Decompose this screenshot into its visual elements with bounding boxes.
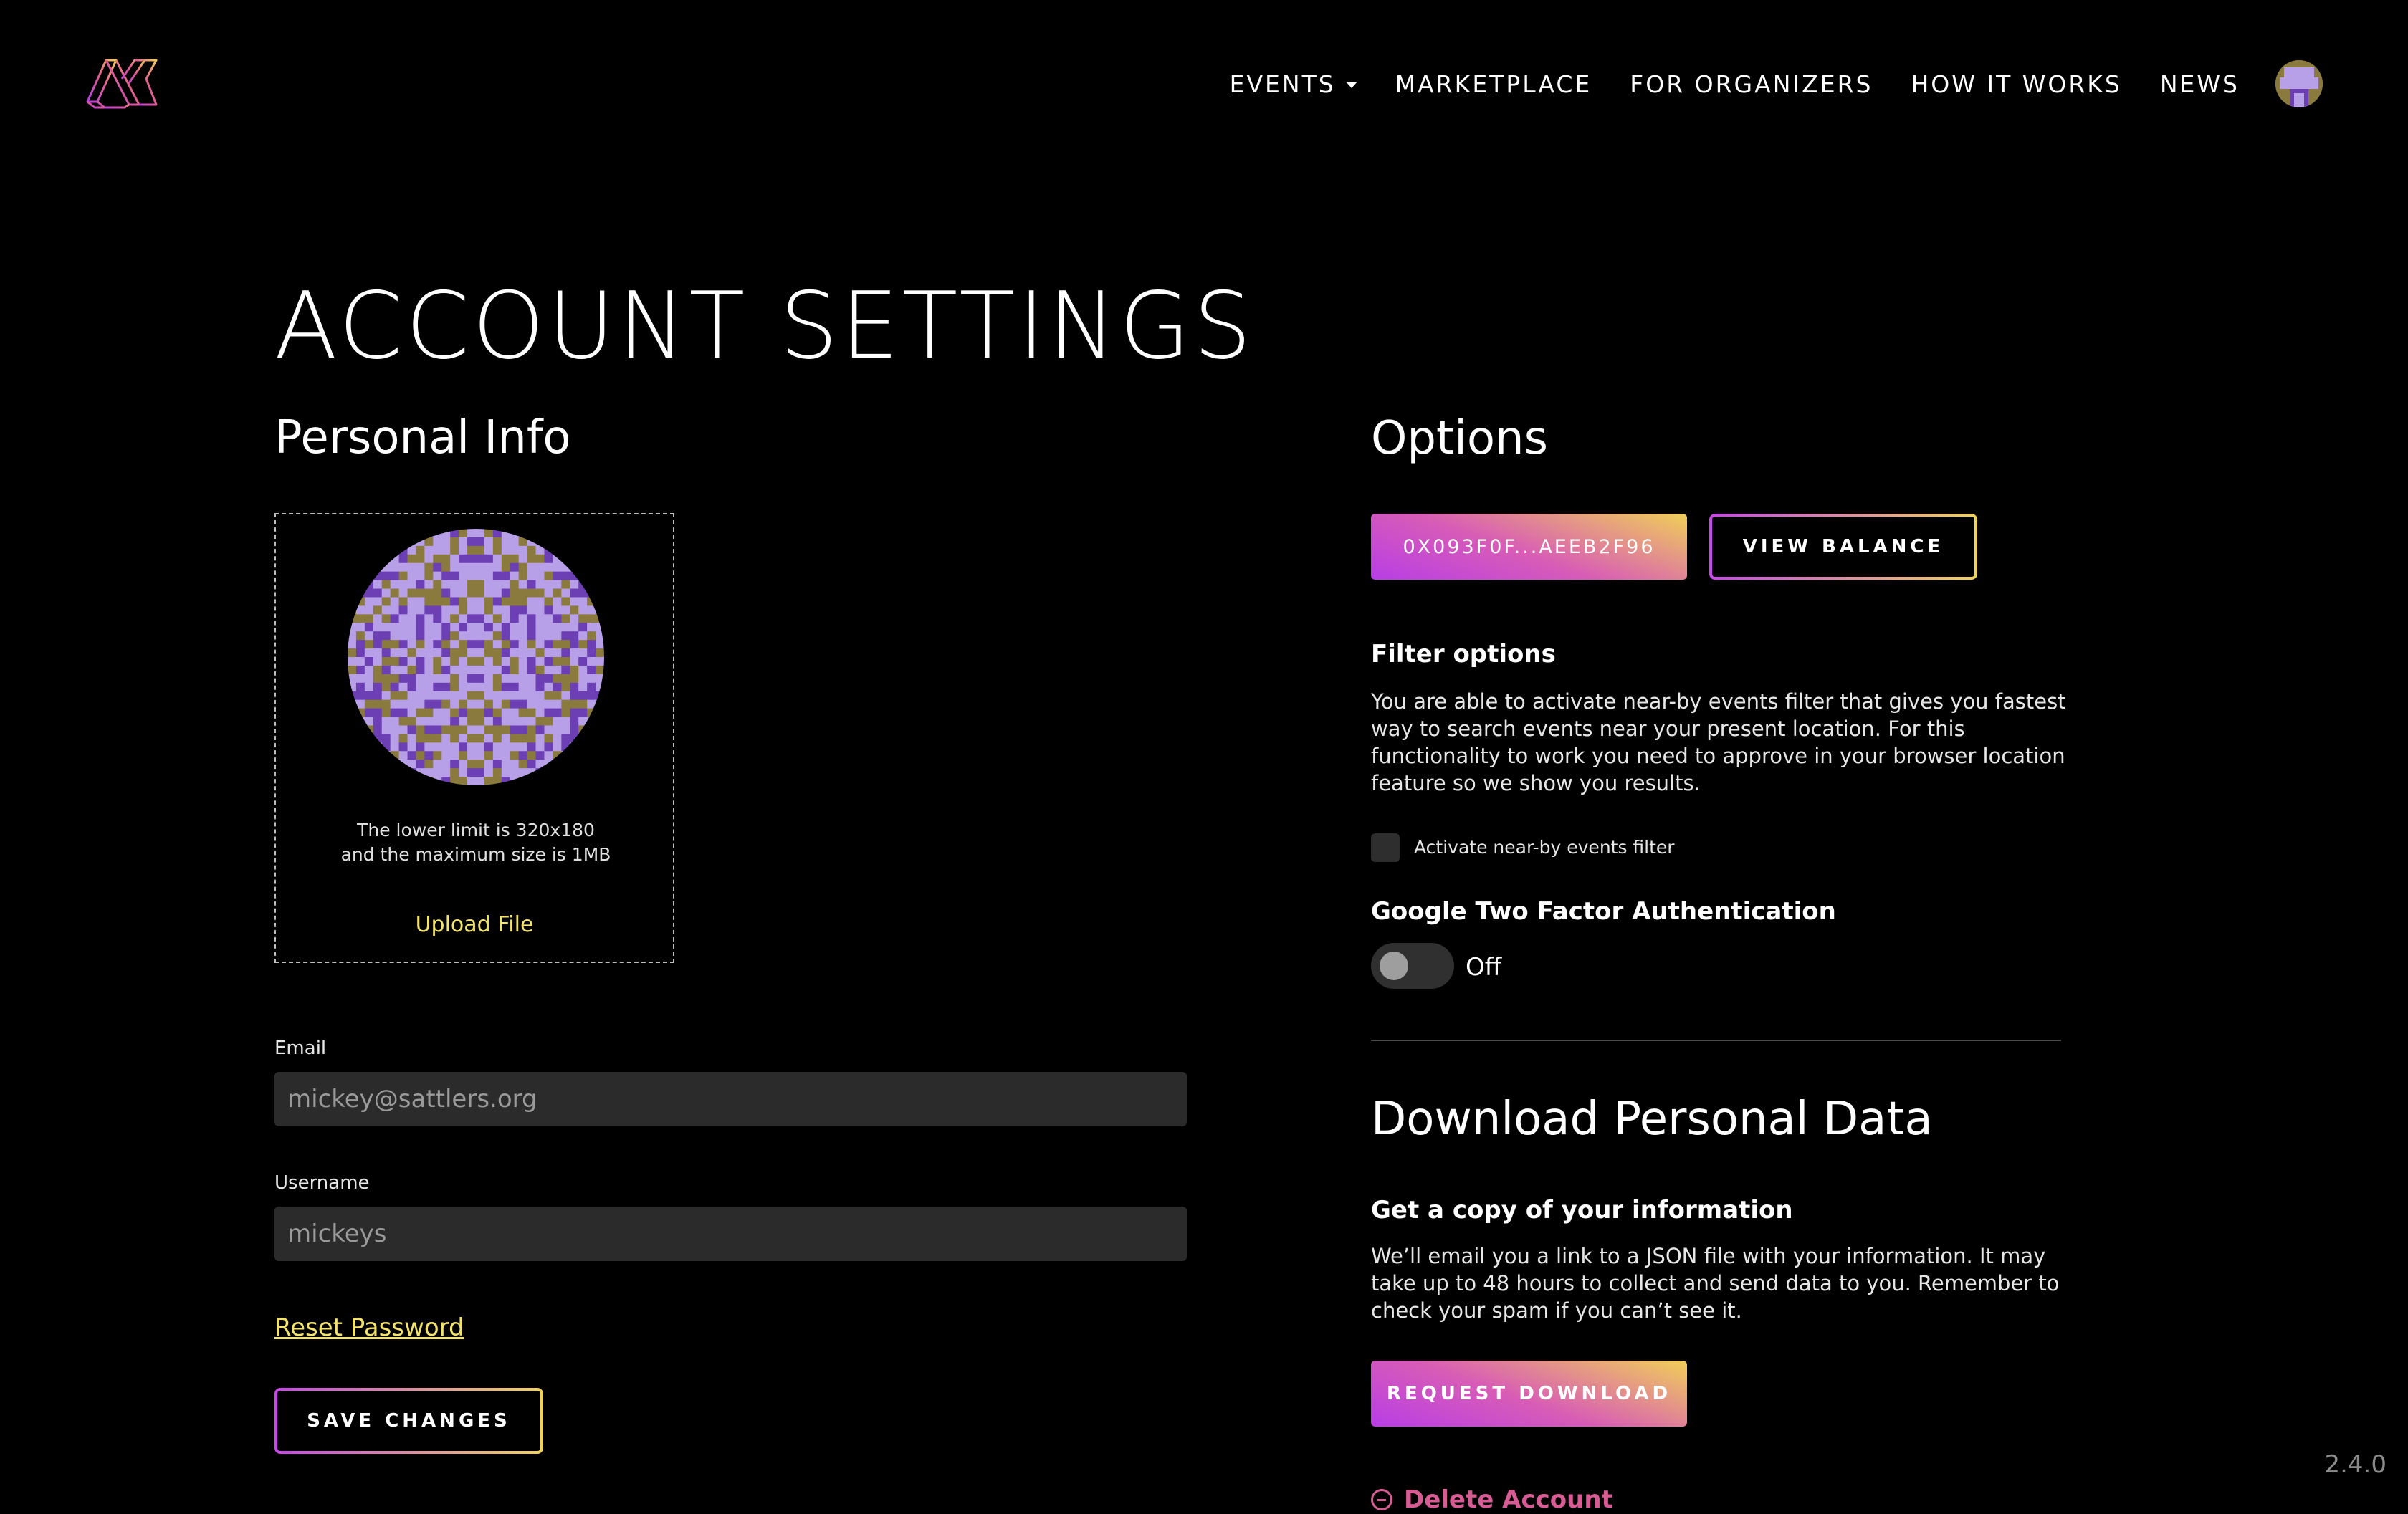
two-factor-heading: Google Two Factor Authentication <box>1371 897 1836 926</box>
toggle-knob <box>1380 952 1408 980</box>
upload-file-link[interactable]: Upload File <box>276 912 673 937</box>
save-changes-button[interactable]: SAVE CHANGES <box>274 1388 543 1454</box>
delete-account-label: Delete Account <box>1404 1485 1613 1514</box>
filter-options-heading: Filter options <box>1371 640 1556 669</box>
profile-avatar-image <box>348 529 604 785</box>
nav-how-it-works[interactable]: HOW IT WORKS <box>1911 70 2121 98</box>
nearby-filter-checkbox[interactable] <box>1371 833 1400 862</box>
app-version: 2.4.0 <box>2324 1450 2386 1479</box>
two-factor-toggle[interactable] <box>1371 943 1454 989</box>
request-download-button[interactable]: REQUEST DOWNLOAD <box>1371 1361 1687 1427</box>
minus-circle-icon <box>1371 1489 1392 1510</box>
two-factor-state: Off <box>1466 953 1502 982</box>
email-label: Email <box>274 1038 327 1059</box>
nav-events[interactable]: EVENTS <box>1230 70 1357 98</box>
section-divider <box>1371 1040 2061 1041</box>
nav-events-label: EVENTS <box>1229 70 1336 98</box>
nav-marketplace[interactable]: MARKETPLACE <box>1395 70 1592 98</box>
main-nav: EVENTS MARKETPLACE FOR ORGANIZERS HOW IT… <box>1230 60 2323 107</box>
page-title: ACCOUNT SETTINGS <box>274 273 1255 380</box>
user-avatar[interactable] <box>2275 60 2323 107</box>
delete-account-link[interactable]: Delete Account <box>1371 1485 1613 1514</box>
nav-for-organizers[interactable]: FOR ORGANIZERS <box>1630 70 1873 98</box>
username-field[interactable] <box>274 1207 1187 1261</box>
nav-news[interactable]: NEWS <box>2160 70 2240 98</box>
get-copy-description: We’ll email you a link to a JSON file wi… <box>1371 1244 2060 1323</box>
username-label: Username <box>274 1172 370 1194</box>
get-copy-heading: Get a copy of your information <box>1371 1196 1793 1225</box>
avatar-upload-dropzone[interactable]: The lower limit is 320x180 and the maxim… <box>274 513 674 963</box>
reset-password-link[interactable]: Reset Password <box>274 1313 464 1342</box>
email-field[interactable] <box>274 1072 1187 1126</box>
wallet-address-button[interactable]: 0X093F0F...AEEB2F96 <box>1371 514 1687 580</box>
filter-options-description: You are able to activate near-by events … <box>1371 689 2066 795</box>
brand-logo-icon[interactable] <box>85 54 161 112</box>
upload-hint: The lower limit is 320x180 and the maxim… <box>340 820 611 865</box>
view-balance-button[interactable]: VIEW BALANCE <box>1709 514 1977 580</box>
caret-down-icon <box>1345 81 1357 88</box>
personal-info-heading: Personal Info <box>274 411 571 464</box>
download-data-heading: Download Personal Data <box>1371 1093 1933 1146</box>
options-heading: Options <box>1371 412 1548 465</box>
nearby-filter-label[interactable]: Activate near-by events filter <box>1414 837 1675 858</box>
